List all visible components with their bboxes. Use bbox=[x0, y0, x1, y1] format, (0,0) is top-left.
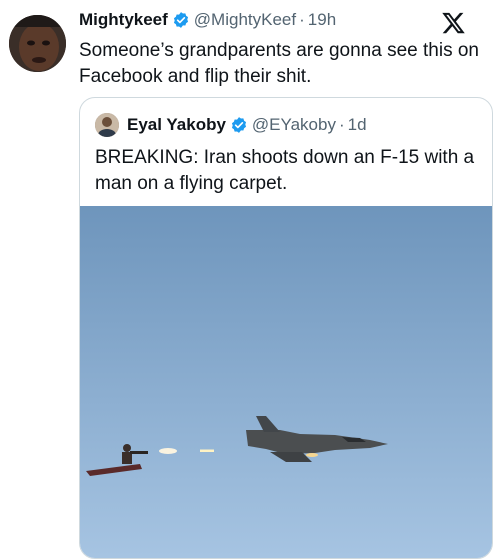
avatar[interactable] bbox=[9, 15, 66, 72]
quoted-separator: · bbox=[338, 115, 345, 134]
quoted-timestamp[interactable]: 1d bbox=[348, 115, 367, 135]
quoted-author-handle[interactable]: @EYakoby bbox=[252, 115, 336, 135]
sky bbox=[80, 206, 492, 558]
quoted-media[interactable] bbox=[80, 206, 492, 558]
timestamp[interactable]: 19h bbox=[308, 10, 336, 30]
quoted-avatar-image bbox=[95, 113, 119, 137]
quoted-tweet-header: Eyal Yakoby @EYakoby · 1d bbox=[95, 113, 367, 137]
verified-badge-icon bbox=[172, 11, 190, 29]
quoted-author-name[interactable]: Eyal Yakoby bbox=[127, 115, 226, 135]
avatar-image bbox=[9, 15, 66, 72]
author-name[interactable]: Mightykeef bbox=[79, 10, 168, 30]
verified-badge-icon bbox=[230, 116, 248, 134]
separator: · bbox=[299, 10, 305, 29]
media-image bbox=[80, 206, 492, 558]
quoted-tweet[interactable]: Eyal Yakoby @EYakoby · 1d BREAKING: Iran… bbox=[79, 97, 493, 559]
quoted-tweet-text: BREAKING: Iran shoots down an F-15 with … bbox=[95, 147, 475, 194]
tweet-text: Someone’s grandparents are gonna see thi… bbox=[79, 40, 479, 87]
author-handle[interactable]: @MightyKeef bbox=[194, 10, 296, 30]
tweet-header: Mightykeef @MightyKeef · 19h bbox=[79, 10, 336, 30]
quoted-avatar[interactable] bbox=[95, 113, 119, 137]
x-logo-icon bbox=[441, 10, 466, 36]
